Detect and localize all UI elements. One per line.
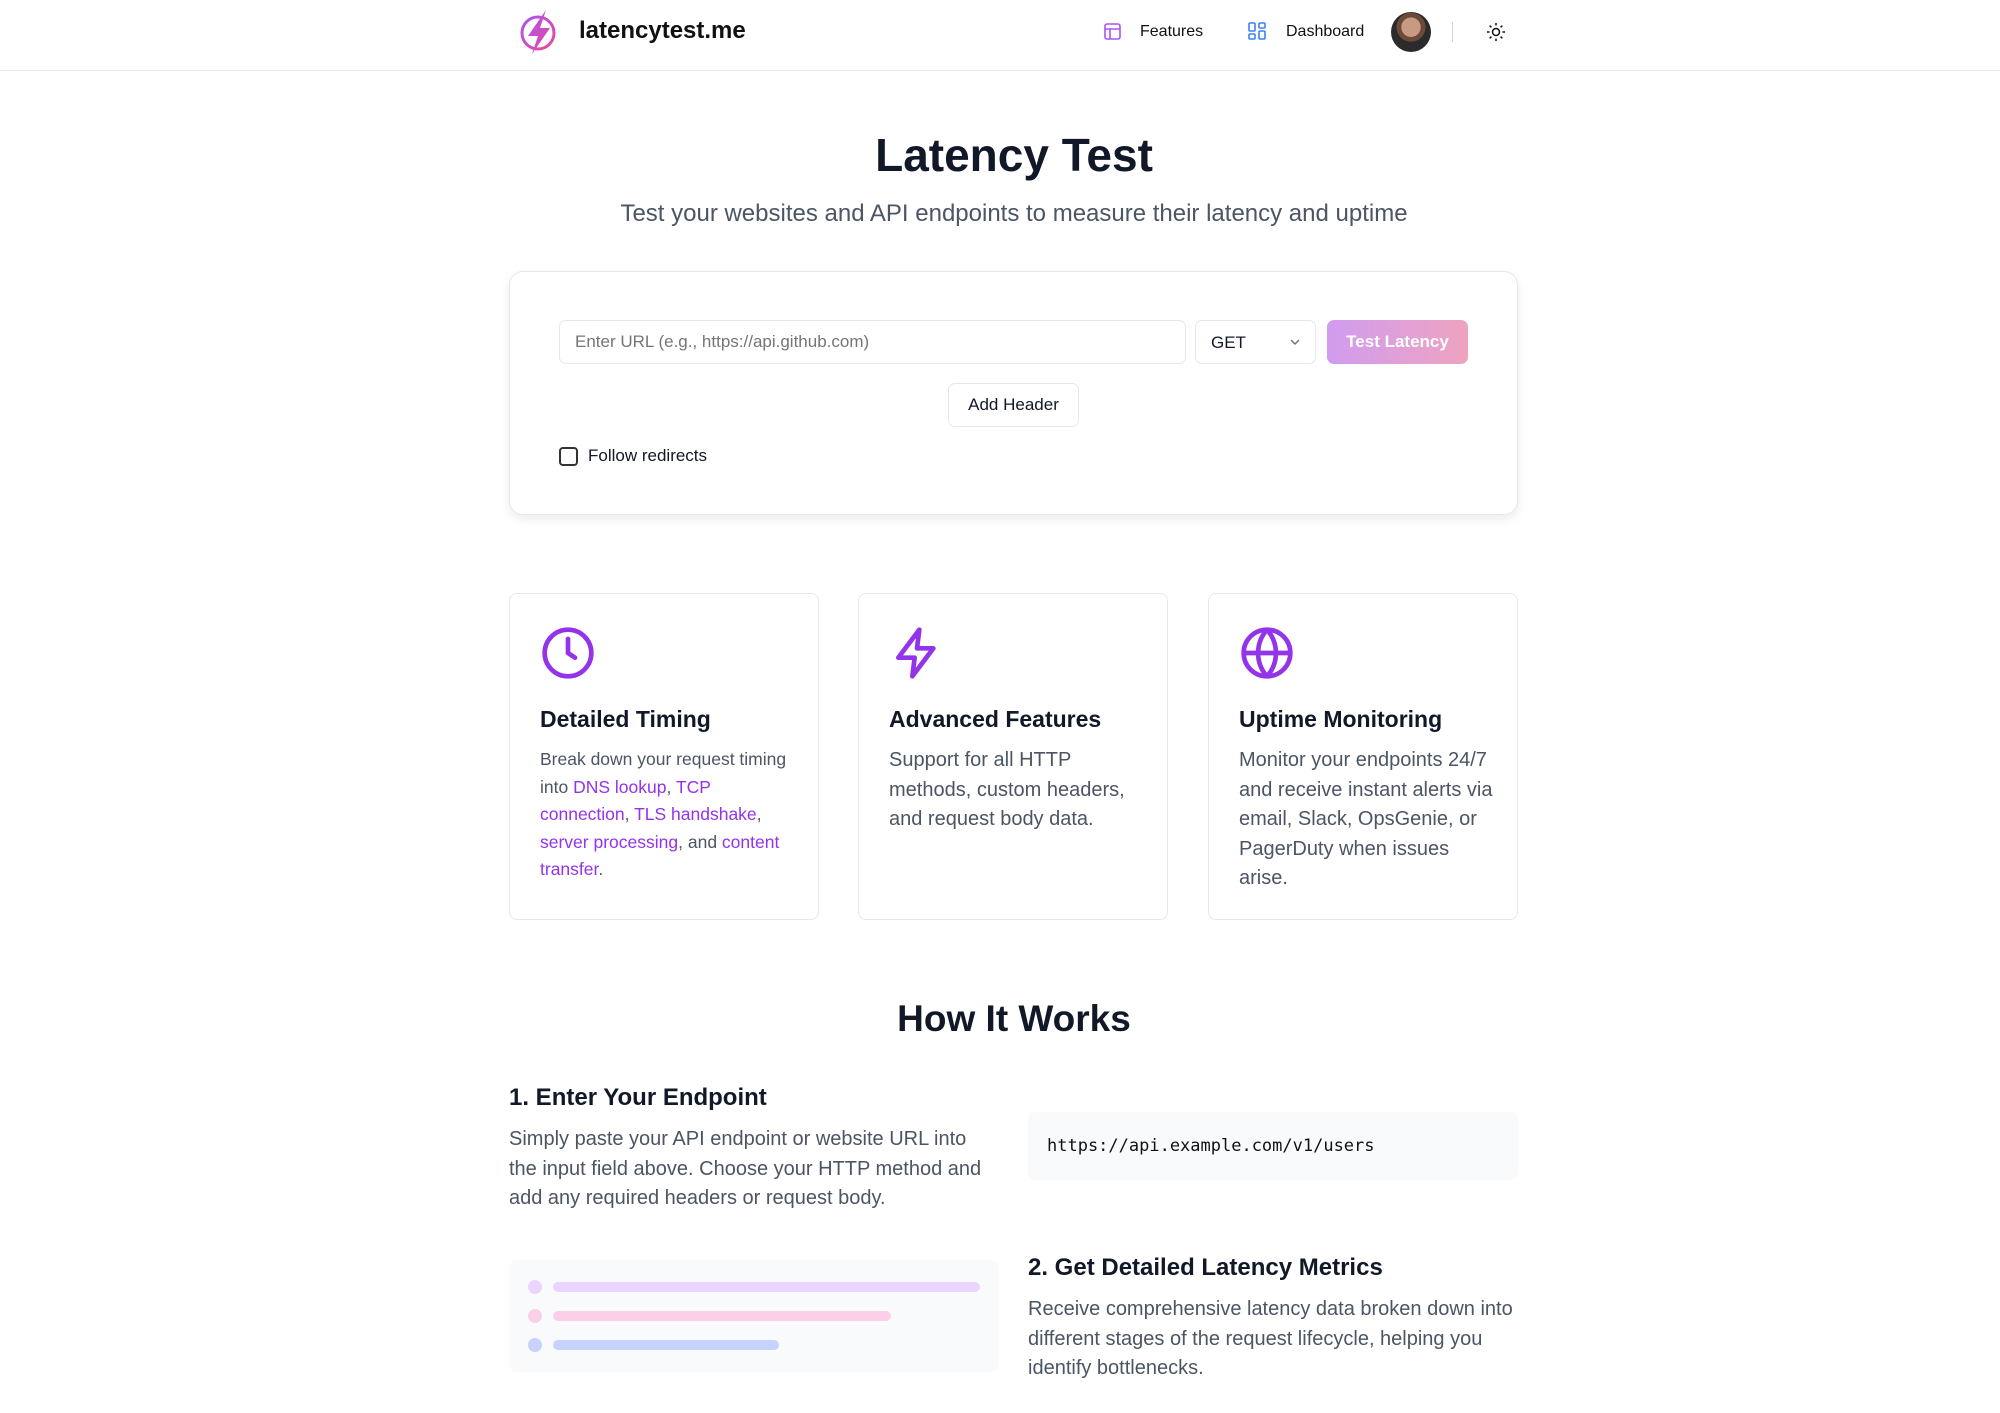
logo-icon[interactable]	[518, 8, 560, 56]
step-2-title: 2. Get Detailed Latency Metrics	[1028, 1254, 1383, 1281]
follow-redirects-label[interactable]: Follow redirects	[588, 446, 707, 466]
feature-card-uptime: Uptime Monitoring Monitor your endpoints…	[1208, 593, 1518, 920]
zap-icon	[896, 627, 936, 679]
how-it-works-title: How It Works	[897, 998, 1131, 1039]
feature-title: Advanced Features	[889, 706, 1102, 732]
sun-icon[interactable]	[1486, 22, 1506, 42]
step-1-title: 1. Enter Your Endpoint	[509, 1084, 767, 1111]
step-2-body: Receive comprehensive latency data broke…	[1028, 1298, 1513, 1379]
text: ,	[756, 804, 762, 824]
text: , and	[678, 831, 722, 852]
bar-dot	[528, 1280, 542, 1294]
feature-card-advanced: Advanced Features Support for all HTTP m…	[858, 593, 1168, 920]
latency-bar	[553, 1311, 891, 1321]
latency-bar	[553, 1282, 980, 1292]
chevron-down-icon	[1290, 339, 1300, 345]
link-tls-handshake[interactable]: TLS handshake	[634, 804, 757, 824]
follow-redirects-checkbox[interactable]	[559, 447, 578, 466]
feature-title: Detailed Timing	[540, 706, 711, 732]
layout-icon	[1104, 23, 1121, 40]
test-latency-button[interactable]: Test Latency	[1327, 320, 1468, 364]
method-select[interactable]: GET	[1195, 320, 1316, 364]
feature-body: Support for all HTTP methods, custom hea…	[889, 749, 1125, 830]
step-1-body: Simply paste your API endpoint or websit…	[509, 1128, 982, 1209]
feature-card-timing: Detailed Timing Break down your request …	[509, 593, 819, 920]
clock-icon	[542, 627, 594, 679]
feature-body: Break down your request timing into DNS …	[540, 746, 798, 884]
text: ,	[624, 804, 635, 824]
link-dns-lookup[interactable]: DNS lookup	[573, 777, 666, 797]
latency-bar	[553, 1340, 779, 1350]
text: ,	[666, 776, 676, 797]
add-header-button[interactable]: Add Header	[948, 383, 1079, 427]
nav-features[interactable]: Features	[1140, 23, 1203, 41]
grid-icon	[1248, 22, 1266, 40]
page-title: Latency Test	[875, 129, 1153, 181]
latency-bars-illustration	[509, 1260, 999, 1372]
feature-title: Uptime Monitoring	[1239, 706, 1443, 732]
top-nav: latencytest.me Features Dashboard	[0, 0, 2000, 71]
feature-body: Monitor your endpoints 24/7 and receive …	[1239, 749, 1493, 889]
method-value: GET	[1211, 333, 1246, 352]
nav-dashboard[interactable]: Dashboard	[1286, 23, 1364, 41]
bar-dot	[528, 1309, 542, 1323]
divider	[1452, 22, 1453, 42]
code-example: https://api.example.com/v1/users	[1028, 1112, 1518, 1180]
brand-name[interactable]: latencytest.me	[579, 17, 746, 45]
avatar[interactable]	[1391, 12, 1431, 52]
text: .	[598, 859, 604, 879]
page-subtitle: Test your websites and API endpoints to …	[620, 200, 1408, 227]
link-server-processing[interactable]: server processing	[540, 832, 678, 852]
bar-dot	[528, 1338, 542, 1352]
url-input[interactable]	[559, 320, 1186, 364]
globe-icon	[1241, 627, 1293, 679]
